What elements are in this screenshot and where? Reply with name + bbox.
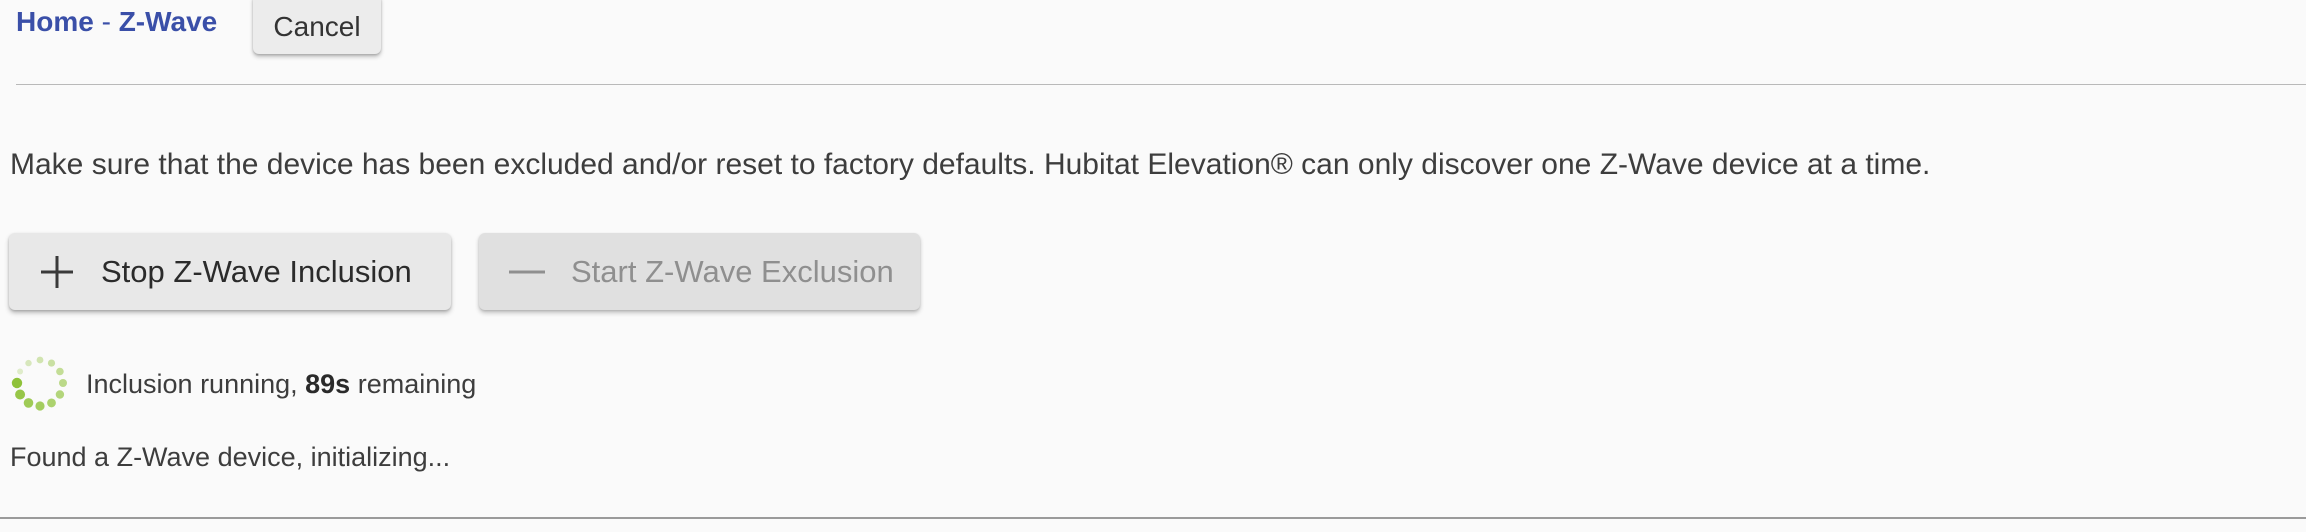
spinner-dot	[55, 390, 65, 399]
plus-icon	[37, 252, 77, 292]
spinner-dot	[11, 377, 23, 389]
status-prefix: Inclusion running,	[86, 369, 306, 399]
start-exclusion-button[interactable]: Start Z-Wave Exclusion	[479, 233, 920, 310]
start-exclusion-label: Start Z-Wave Exclusion	[571, 253, 894, 289]
header: Home - Z-Wave Cancel	[0, 0, 2306, 62]
header-divider	[16, 84, 2306, 85]
cancel-button[interactable]: Cancel	[253, 0, 381, 54]
spinner-dot	[56, 367, 64, 376]
spinner-dot	[23, 398, 34, 408]
spinner-dot	[47, 359, 56, 367]
spinner-dot	[59, 379, 67, 387]
breadcrumb-separator: -	[93, 6, 119, 37]
breadcrumb: Home - Z-Wave	[16, 4, 217, 40]
loading-spinner-icon	[10, 353, 70, 413]
breadcrumb-current[interactable]: Z-Wave	[119, 6, 218, 37]
inclusion-status: Inclusion running, 89s remaining	[86, 366, 476, 402]
spinner-dot	[15, 389, 26, 400]
spinner-dot	[47, 398, 56, 408]
spinner-dot	[36, 356, 44, 364]
spinner-dot	[25, 359, 32, 367]
spinner-dot	[17, 368, 24, 375]
stop-inclusion-label: Stop Z-Wave Inclusion	[101, 253, 412, 289]
z-wave-inclusion-page: Home - Z-Wave Cancel Make sure that the …	[0, 0, 2306, 532]
bottom-border	[0, 517, 2306, 519]
spinner-dot	[35, 401, 45, 411]
instruction-text: Make sure that the device has been exclu…	[10, 148, 1931, 181]
remaining-seconds: 89s	[305, 369, 351, 399]
stop-inclusion-button[interactable]: Stop Z-Wave Inclusion	[9, 233, 451, 310]
status-suffix: remaining	[350, 369, 477, 399]
minus-icon	[507, 252, 547, 292]
breadcrumb-home-link[interactable]: Home	[16, 6, 94, 37]
found-device-message: Found a Z-Wave device, initializing...	[10, 442, 451, 472]
